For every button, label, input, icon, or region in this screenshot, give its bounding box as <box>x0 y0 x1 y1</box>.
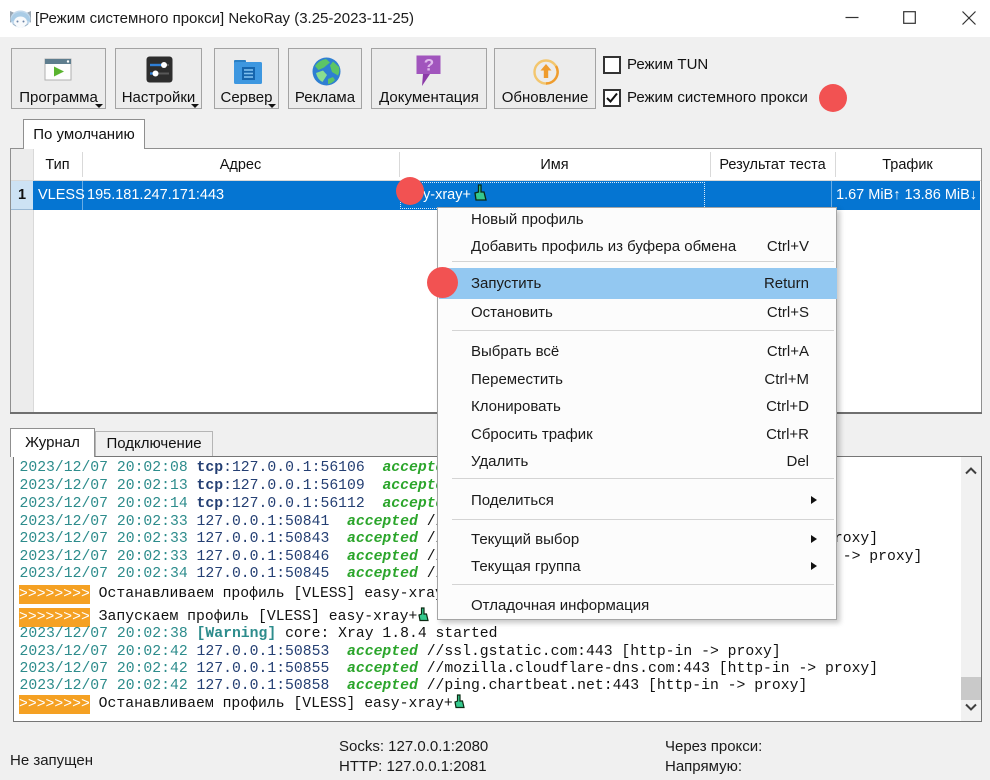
svg-text:?: ? <box>424 56 434 75</box>
